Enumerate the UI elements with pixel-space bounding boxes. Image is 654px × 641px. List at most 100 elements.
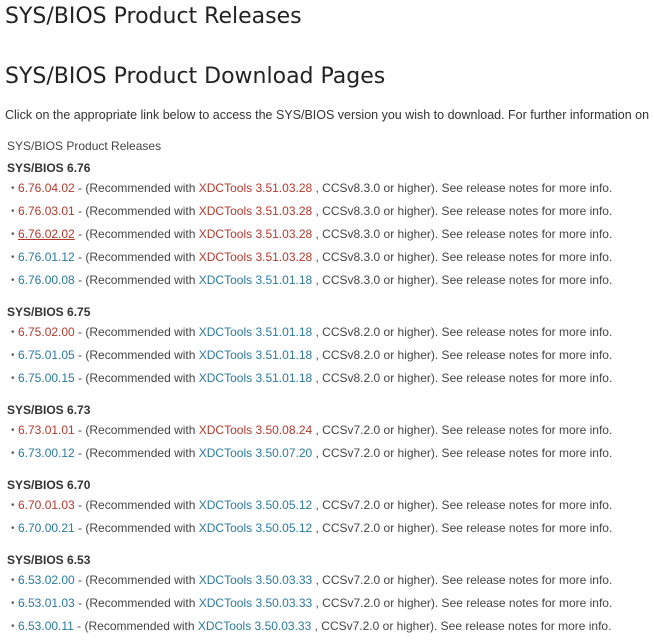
release-item: • 6.76.01.12 - (Recommended with XDCTools… — [7, 246, 652, 269]
release-notes-text: , CCSv8.3.0 or higher). See release note… — [312, 204, 613, 218]
xdctools-link[interactable]: XDCTools 3.51.03.28 — [199, 204, 312, 218]
release-list: • 6.76.04.02 - (Recommended with XDCTools… — [7, 177, 652, 292]
release-notes-text: , CCSv7.2.0 or higher). See release note… — [312, 498, 613, 512]
release-notes-text: , CCSv8.3.0 or higher). See release note… — [312, 273, 613, 287]
version-link[interactable]: 6.70.00.21 — [18, 521, 75, 535]
bullet-icon: • — [11, 327, 15, 338]
recommended-prefix-text: - (Recommended with — [74, 325, 199, 339]
bullet-icon: • — [11, 598, 15, 609]
xdctools-link[interactable]: XDCTools 3.51.03.28 — [199, 250, 312, 264]
release-group-heading: SYS/BIOS 6.53 — [7, 553, 91, 567]
xdctools-link[interactable]: XDCTools 3.51.01.18 — [199, 348, 312, 362]
bullet-icon: • — [11, 229, 15, 240]
version-link[interactable]: 6.76.00.08 — [18, 273, 75, 287]
version-link[interactable]: 6.70.01.03 — [18, 498, 75, 512]
release-group-heading: SYS/BIOS 6.75 — [7, 305, 91, 319]
recommended-prefix-text: - (Recommended with — [74, 181, 199, 195]
release-item: • 6.76.02.02 - (Recommended with XDCTools… — [7, 223, 652, 246]
releases-caption: SYS/BIOS Product Releases — [7, 139, 162, 153]
recommended-prefix-text: - (Recommended with — [74, 498, 199, 512]
bullet-icon: • — [11, 500, 15, 511]
release-list: • 6.53.02.00 - (Recommended with XDCTools… — [7, 569, 652, 638]
version-link[interactable]: 6.76.04.02 — [18, 181, 75, 195]
recommended-prefix-text: - (Recommended with — [74, 371, 199, 385]
release-notes-text: , CCSv8.3.0 or higher). See release note… — [312, 250, 613, 264]
xdctools-link[interactable]: XDCTools 3.50.03.33 — [198, 619, 311, 633]
release-notes-text: , CCSv7.2.0 or higher). See release note… — [312, 596, 613, 610]
version-link[interactable]: 6.75.00.15 — [18, 371, 75, 385]
version-link[interactable]: 6.75.01.05 — [18, 348, 75, 362]
recommended-prefix-text: - (Recommended with — [74, 446, 199, 460]
release-group-heading: SYS/BIOS 6.70 — [7, 478, 91, 492]
bullet-icon: • — [11, 373, 15, 384]
release-item: • 6.53.01.03 - (Recommended with XDCTools… — [7, 592, 652, 615]
recommended-prefix-text: - (Recommended with — [74, 348, 199, 362]
release-notes-text: , CCSv7.2.0 or higher). See release note… — [312, 521, 613, 535]
recommended-prefix-text: - (Recommended with — [74, 423, 199, 437]
version-link[interactable]: 6.73.00.12 — [18, 446, 75, 460]
recommended-prefix-text: - (Recommended with — [73, 619, 198, 633]
version-link[interactable]: 6.75.02.00 — [18, 325, 75, 339]
recommended-prefix-text: - (Recommended with — [74, 596, 199, 610]
xdctools-link[interactable]: XDCTools 3.51.03.28 — [199, 181, 312, 195]
section-title: SYS/BIOS Product Download Pages — [5, 64, 386, 89]
release-group: SYS/BIOS 6.73 • 6.73.01.01 - (Recommended … — [7, 402, 652, 465]
page-title: SYS/BIOS Product Releases — [5, 4, 302, 29]
xdctools-link[interactable]: XDCTools 3.50.07.20 — [199, 446, 312, 460]
xdctools-link[interactable]: XDCTools 3.51.01.18 — [199, 273, 312, 287]
release-item: • 6.53.02.00 - (Recommended with XDCTools… — [7, 569, 652, 592]
version-link[interactable]: 6.76.03.01 — [18, 204, 75, 218]
version-link[interactable]: 6.76.01.12 — [18, 250, 75, 264]
recommended-prefix-text: - (Recommended with — [74, 521, 199, 535]
release-group-heading: SYS/BIOS 6.73 — [7, 403, 91, 417]
bullet-icon: • — [11, 425, 15, 436]
release-list: • 6.70.01.03 - (Recommended with XDCTools… — [7, 494, 652, 540]
release-item: • 6.70.00.21 - (Recommended with XDCTools… — [7, 517, 652, 540]
xdctools-link[interactable]: XDCTools 3.51.03.28 — [199, 227, 312, 241]
xdctools-link[interactable]: XDCTools 3.50.03.33 — [199, 596, 312, 610]
release-item: • 6.76.00.08 - (Recommended with XDCTools… — [7, 269, 652, 292]
release-notes-text: , CCSv7.2.0 or higher). See release note… — [312, 446, 613, 460]
release-notes-text: , CCSv8.2.0 or higher). See release note… — [312, 348, 613, 362]
xdctools-link[interactable]: XDCTools 3.50.05.12 — [199, 521, 312, 535]
bullet-icon: • — [11, 275, 15, 286]
release-notes-text: , CCSv7.2.0 or higher). See release note… — [312, 573, 613, 587]
release-group: SYS/BIOS 6.75 • 6.75.02.00 - (Recommended … — [7, 304, 652, 390]
version-link[interactable]: 6.53.02.00 — [18, 573, 75, 587]
release-item: • 6.76.03.01 - (Recommended with XDCTools… — [7, 200, 652, 223]
bullet-icon: • — [11, 206, 15, 217]
version-link[interactable]: 6.53.01.03 — [18, 596, 75, 610]
version-link[interactable]: 6.76.02.02 — [18, 227, 75, 241]
recommended-prefix-text: - (Recommended with — [74, 204, 199, 218]
version-link[interactable]: 6.53.00.11 — [18, 619, 74, 633]
release-list: • 6.73.01.01 - (Recommended with XDCTools… — [7, 419, 652, 465]
recommended-prefix-text: - (Recommended with — [74, 573, 199, 587]
xdctools-link[interactable]: XDCTools 3.50.05.12 — [199, 498, 312, 512]
release-group: SYS/BIOS 6.53 • 6.53.02.00 - (Recommended … — [7, 552, 652, 638]
release-item: • 6.53.00.11 - (Recommended with XDCTools… — [7, 615, 652, 638]
xdctools-link[interactable]: XDCTools 3.51.01.18 — [199, 371, 312, 385]
release-list: • 6.75.02.00 - (Recommended with XDCTools… — [7, 321, 652, 390]
release-notes-text: , CCSv7.2.0 or higher). See release note… — [311, 619, 612, 633]
release-item: • 6.73.01.01 - (Recommended with XDCTools… — [7, 419, 652, 442]
bullet-icon: • — [11, 448, 15, 459]
xdctools-link[interactable]: XDCTools 3.50.03.33 — [199, 573, 312, 587]
release-item: • 6.70.01.03 - (Recommended with XDCTools… — [7, 494, 652, 517]
release-item: • 6.76.04.02 - (Recommended with XDCTools… — [7, 177, 652, 200]
release-group: SYS/BIOS 6.70 • 6.70.01.03 - (Recommended … — [7, 477, 652, 540]
release-item: • 6.73.00.12 - (Recommended with XDCTools… — [7, 442, 652, 465]
version-link[interactable]: 6.73.01.01 — [18, 423, 75, 437]
release-item: • 6.75.00.15 - (Recommended with XDCTools… — [7, 367, 652, 390]
xdctools-link[interactable]: XDCTools 3.50.08.24 — [199, 423, 312, 437]
release-item: • 6.75.01.05 - (Recommended with XDCTools… — [7, 344, 652, 367]
recommended-prefix-text: - (Recommended with — [74, 273, 199, 287]
recommended-prefix-text: - (Recommended with — [74, 227, 199, 241]
recommended-prefix-text: - (Recommended with — [74, 250, 199, 264]
release-notes-text: , CCSv8.3.0 or higher). See release note… — [312, 227, 613, 241]
bullet-icon: • — [11, 252, 15, 263]
release-notes-text: , CCSv7.2.0 or higher). See release note… — [312, 423, 613, 437]
xdctools-link[interactable]: XDCTools 3.51.01.18 — [199, 325, 312, 339]
release-group-heading: SYS/BIOS 6.76 — [7, 161, 91, 175]
bullet-icon: • — [11, 575, 15, 586]
intro-text: Click on the appropriate link below to a… — [5, 108, 650, 122]
